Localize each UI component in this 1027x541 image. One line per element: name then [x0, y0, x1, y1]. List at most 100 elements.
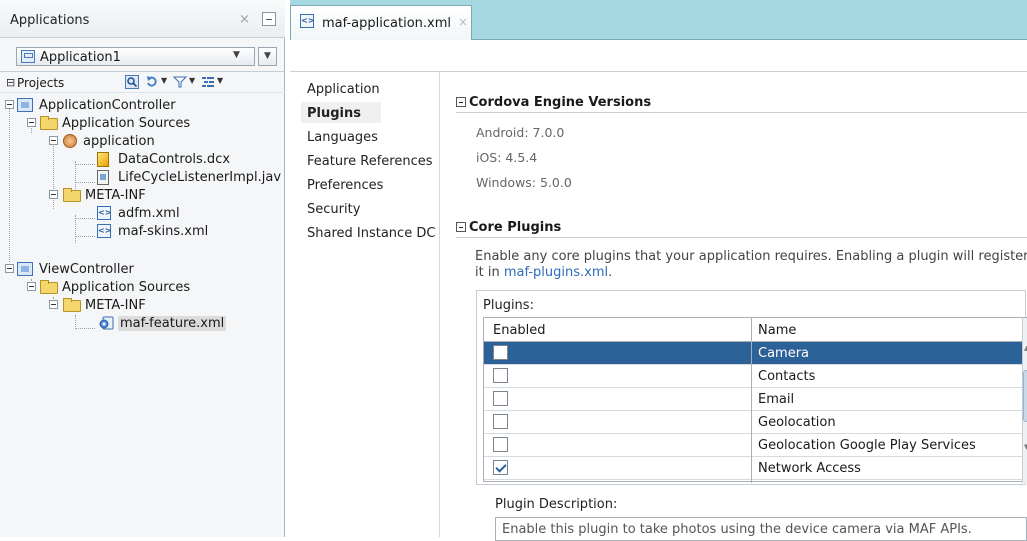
application-selector-value: Application1 [40, 50, 121, 65]
chevron-down-icon[interactable]: ▼ [161, 76, 167, 85]
overview-navigation: Application Plugins Languages Feature Re… [290, 72, 440, 537]
tab-maf-application-xml[interactable]: <> maf-application.xml × [290, 5, 472, 41]
vertical-scrollbar[interactable]: ▲ ▼ [1022, 318, 1027, 483]
tree-item-label: adfm.xml [118, 206, 180, 221]
enabled-checkbox[interactable] [493, 391, 508, 406]
nav-item-languages[interactable]: Languages [307, 130, 378, 145]
column-header-name[interactable]: Name [758, 323, 796, 338]
tree-item-meta-inf[interactable]: META-INF [0, 187, 285, 205]
close-icon[interactable]: × [239, 12, 250, 27]
core-plugins-description: Enable any core plugins that your applic… [475, 249, 1027, 281]
tree-item-applicationcontroller[interactable]: ApplicationController [0, 97, 285, 115]
tree-item-label: META-INF [85, 188, 146, 203]
tree-item-label: LifeCycleListenerImpl.jav [118, 170, 282, 185]
table-row[interactable]: Email [484, 388, 1022, 411]
section-divider [456, 112, 1027, 113]
tree-item-application-sources[interactable]: Application Sources [0, 279, 285, 297]
close-icon[interactable]: × [458, 15, 468, 29]
table-row[interactable]: Geolocation Google Play Services [484, 434, 1022, 457]
collapse-section-icon[interactable] [456, 97, 466, 107]
plugin-name: Network Access [758, 461, 861, 476]
project-icon [17, 262, 33, 276]
editor-header-strip [290, 40, 1027, 72]
maf-plugins-link[interactable]: maf-plugins.xml [504, 265, 608, 280]
windows-version: Windows: 5.0.0 [476, 175, 572, 190]
applications-panel-title: Applications [10, 13, 90, 28]
projects-toolbar: ⊟ Projects ▼ ▼ ▼ [0, 71, 285, 93]
enabled-checkbox[interactable] [493, 345, 508, 360]
cordova-section-header[interactable]: Cordova Engine Versions [456, 95, 651, 110]
column-header-enabled[interactable]: Enabled [493, 323, 546, 338]
plugin-name: Geolocation Google Play Services [758, 438, 976, 453]
maf-feature-icon [99, 316, 114, 330]
android-version: Android: 7.0.0 [476, 125, 565, 140]
section-divider [456, 237, 1027, 238]
tree-item-lifecyclelistener[interactable]: LifeCycleListenerImpl.jav [0, 169, 285, 187]
plugin-description-text: Enable this plugin to take photos using … [502, 522, 972, 537]
tree-item-label: Application Sources [62, 280, 191, 295]
search-icon[interactable] [125, 75, 139, 89]
scrollbar-thumb[interactable] [1023, 370, 1027, 422]
applications-panel-header: Applications × [0, 0, 285, 38]
plugins-group: Plugins: Enabled Name Camera Contacts Em… [476, 290, 1027, 485]
table-header: Enabled Name [484, 318, 1022, 342]
tree-item-maf-feature-xml[interactable]: maf-feature.xml [0, 315, 285, 333]
enabled-checkbox[interactable] [493, 414, 508, 429]
table-row[interactable]: Camera [484, 342, 1022, 365]
package-icon [63, 134, 77, 148]
nav-item-application[interactable]: Application [307, 82, 380, 97]
nav-item-shared-instance-dc[interactable]: Shared Instance DC [307, 226, 435, 241]
nav-item-feature-references[interactable]: Feature References [307, 154, 433, 169]
folder-icon [40, 116, 58, 130]
tree-item-application-package[interactable]: application [0, 133, 285, 151]
collapse-toggle-icon[interactable] [27, 282, 36, 291]
xml-file-icon: <> [97, 224, 111, 238]
tree-item-adfm-xml[interactable]: <> adfm.xml [0, 205, 285, 223]
sort-options-icon[interactable] [201, 75, 215, 89]
tree-item-label: META-INF [85, 298, 146, 313]
folder-icon [40, 280, 58, 294]
ios-version: iOS: 4.5.4 [476, 150, 538, 165]
plugin-description-field[interactable]: Enable this plugin to take photos using … [495, 517, 1027, 541]
filter-icon[interactable] [173, 75, 187, 89]
chevron-down-icon[interactable]: ▼ [217, 76, 223, 85]
tree-item-label: DataControls.dcx [118, 152, 231, 167]
tree-item-viewcontroller[interactable]: ViewController [0, 261, 285, 279]
enabled-checkbox[interactable] [493, 368, 508, 383]
tree-item-maf-skins-xml[interactable]: <> maf-skins.xml [0, 223, 285, 241]
tree-item-meta-inf[interactable]: META-INF [0, 297, 285, 315]
collapse-toggle-icon[interactable] [27, 118, 36, 127]
table-row[interactable]: Geolocation [484, 411, 1022, 434]
application-selector[interactable]: Application1 ▼ [16, 47, 255, 66]
nav-item-preferences[interactable]: Preferences [307, 178, 383, 193]
table-row[interactable]: Network Access [484, 457, 1022, 480]
enabled-checkbox[interactable] [493, 460, 508, 475]
enabled-checkbox[interactable] [493, 437, 508, 452]
collapse-section-icon[interactable] [456, 222, 466, 232]
collapse-toggle-icon[interactable] [5, 100, 14, 109]
dcx-file-icon [97, 152, 109, 167]
tree-item-application-sources[interactable]: Application Sources [0, 115, 285, 133]
refresh-icon[interactable] [145, 75, 159, 89]
collapse-toggle-icon[interactable] [49, 136, 58, 145]
applications-panel: Applications × Application1 ▼ ▼ ⊟ Projec… [0, 0, 285, 537]
tab-label: maf-application.xml [322, 16, 451, 31]
collapse-toggle-icon[interactable] [49, 300, 58, 309]
project-icon [17, 98, 33, 112]
collapse-toggle-icon[interactable] [49, 190, 58, 199]
tree-item-datacontrols[interactable]: DataControls.dcx [0, 151, 285, 169]
nav-item-plugins[interactable]: Plugins [307, 106, 361, 121]
tree-item-label: Application Sources [62, 116, 191, 131]
minimize-icon[interactable] [262, 12, 276, 26]
section-title: Core Plugins [469, 220, 562, 235]
collapse-toggle-icon[interactable] [5, 264, 14, 273]
collapse-section-icon[interactable]: ⊟ [6, 76, 15, 89]
tree-item-label: ViewController [39, 262, 134, 277]
application-menu-button[interactable]: ▼ [258, 47, 277, 66]
core-plugins-section-header[interactable]: Core Plugins [456, 220, 561, 235]
plugins-table: Enabled Name Camera Contacts Email Geolo… [483, 317, 1027, 483]
nav-item-security[interactable]: Security [307, 202, 360, 217]
plugins-page: Cordova Engine Versions Android: 7.0.0 i… [441, 72, 1027, 541]
chevron-down-icon[interactable]: ▼ [189, 76, 195, 85]
table-row[interactable]: Contacts [484, 365, 1022, 388]
